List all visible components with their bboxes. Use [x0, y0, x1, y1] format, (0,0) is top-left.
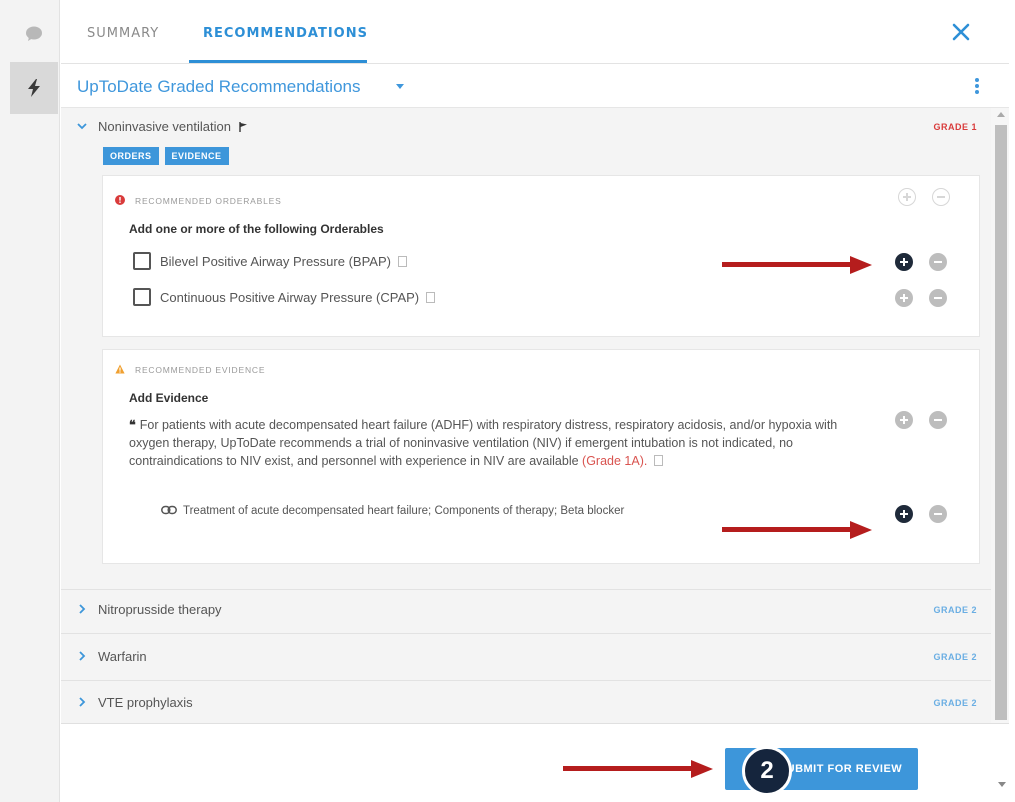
evidence-tag[interactable]: EVIDENCE [164, 147, 229, 165]
quote-icon: ❝ [129, 417, 136, 432]
orderable-checkbox[interactable] [133, 288, 151, 306]
step-number-badge: 2 [742, 746, 792, 796]
recommendations-list: Noninvasive ventilation GRADE 1 ORDERS EV… [61, 108, 991, 723]
card-heading: Add one or more of the following Orderab… [129, 222, 384, 236]
remove-link-button[interactable] [929, 505, 947, 523]
copy-icon[interactable] [426, 292, 436, 303]
grade-badge: GRADE 2 [933, 698, 977, 708]
source-selector[interactable]: UpToDate Graded Recommendations [77, 77, 360, 97]
add-orderable-button[interactable] [895, 253, 913, 271]
card-heading: Add Evidence [129, 391, 209, 405]
tab-summary[interactable]: SUMMARY [87, 26, 159, 41]
tab-bar: SUMMARY RECOMMENDATIONS [61, 0, 1009, 64]
warning-triangle-icon [115, 364, 125, 374]
orderable-label: Continuous Positive Airway Pressure (CPA… [160, 290, 420, 305]
divider [61, 680, 991, 681]
scrollbar-thumb[interactable] [995, 125, 1007, 720]
divider [61, 633, 991, 634]
link-icon [161, 505, 177, 515]
remove-orderable-button[interactable] [929, 253, 947, 271]
caret-down-icon[interactable] [396, 84, 404, 89]
recommendations-panel: SUMMARY RECOMMENDATIONS UpToDate Graded … [61, 0, 1009, 802]
annotation-arrow [722, 256, 872, 274]
recommendation-header[interactable]: Nitroprusside therapy GRADE 2 [61, 591, 991, 631]
add-link-button[interactable] [895, 505, 913, 523]
recommendation-title: Nitroprusside therapy [98, 602, 222, 617]
divider [61, 589, 991, 590]
lightning-rail-button[interactable] [10, 62, 58, 114]
tag-row: ORDERS EVIDENCE [103, 146, 235, 165]
grade-badge: GRADE 2 [933, 652, 977, 662]
annotation-arrow [722, 521, 872, 539]
chevron-right-icon[interactable] [77, 697, 87, 707]
recommendation-title: Warfarin [98, 649, 147, 664]
recommendation-title: VTE prophylaxis [98, 695, 193, 710]
quote-grade: (Grade 1A). [582, 454, 648, 468]
quote-text: For patients with acute decompensated he… [129, 418, 838, 468]
grade-badge: GRADE 1 [933, 122, 977, 132]
evidence-link[interactable]: Treatment of acute decompensated heart f… [161, 505, 624, 517]
remove-all-outline-icon[interactable] [932, 188, 950, 206]
chat-rail-button[interactable] [10, 8, 58, 60]
lightning-icon [28, 79, 40, 97]
more-options-icon[interactable] [975, 78, 979, 94]
orderable-label: Bilevel Positive Airway Pressure (BPAP) [160, 254, 391, 269]
recommendation-header[interactable]: VTE prophylaxis GRADE 2 [61, 684, 991, 724]
scrollbar[interactable] [991, 108, 1009, 723]
evidence-link-text[interactable]: Treatment of acute decompensated heart f… [183, 505, 624, 517]
copy-icon[interactable] [397, 256, 407, 267]
add-orderable-button[interactable] [895, 289, 913, 307]
chevron-right-icon[interactable] [77, 651, 87, 661]
close-icon[interactable] [951, 22, 971, 42]
recommendation-title: Noninvasive ventilation [98, 119, 248, 134]
chevron-right-icon[interactable] [77, 604, 87, 614]
alert-circle-icon [115, 195, 125, 205]
source-selector-row: UpToDate Graded Recommendations [61, 64, 1009, 108]
orders-tag[interactable]: ORDERS [103, 147, 159, 165]
flag-icon [238, 122, 247, 132]
scroll-up-icon[interactable] [997, 112, 1005, 117]
annotation-arrow [563, 760, 713, 778]
add-evidence-button[interactable] [895, 411, 913, 429]
section-label: RECOMMENDED EVIDENCE [135, 365, 266, 375]
chevron-down-icon[interactable] [77, 121, 87, 131]
tab-recommendations[interactable]: RECOMMENDATIONS [203, 26, 368, 41]
add-all-outline-icon[interactable] [898, 188, 916, 206]
copy-icon[interactable] [654, 455, 664, 466]
recommendation-header[interactable]: Warfarin GRADE 2 [61, 638, 991, 678]
active-tab-indicator [189, 60, 367, 63]
remove-evidence-button[interactable] [929, 411, 947, 429]
section-label: RECOMMENDED ORDERABLES [135, 196, 282, 206]
side-rail [0, 0, 60, 802]
grade-badge: GRADE 2 [933, 605, 977, 615]
evidence-quote: ❝ For patients with acute decompensated h… [129, 416, 859, 470]
scroll-down-icon[interactable] [998, 782, 1006, 787]
orderable-checkbox[interactable] [133, 252, 151, 270]
recommendation-header[interactable]: Noninvasive ventilation GRADE 1 [61, 108, 991, 148]
remove-orderable-button[interactable] [929, 289, 947, 307]
chat-bubble-icon [26, 26, 42, 41]
